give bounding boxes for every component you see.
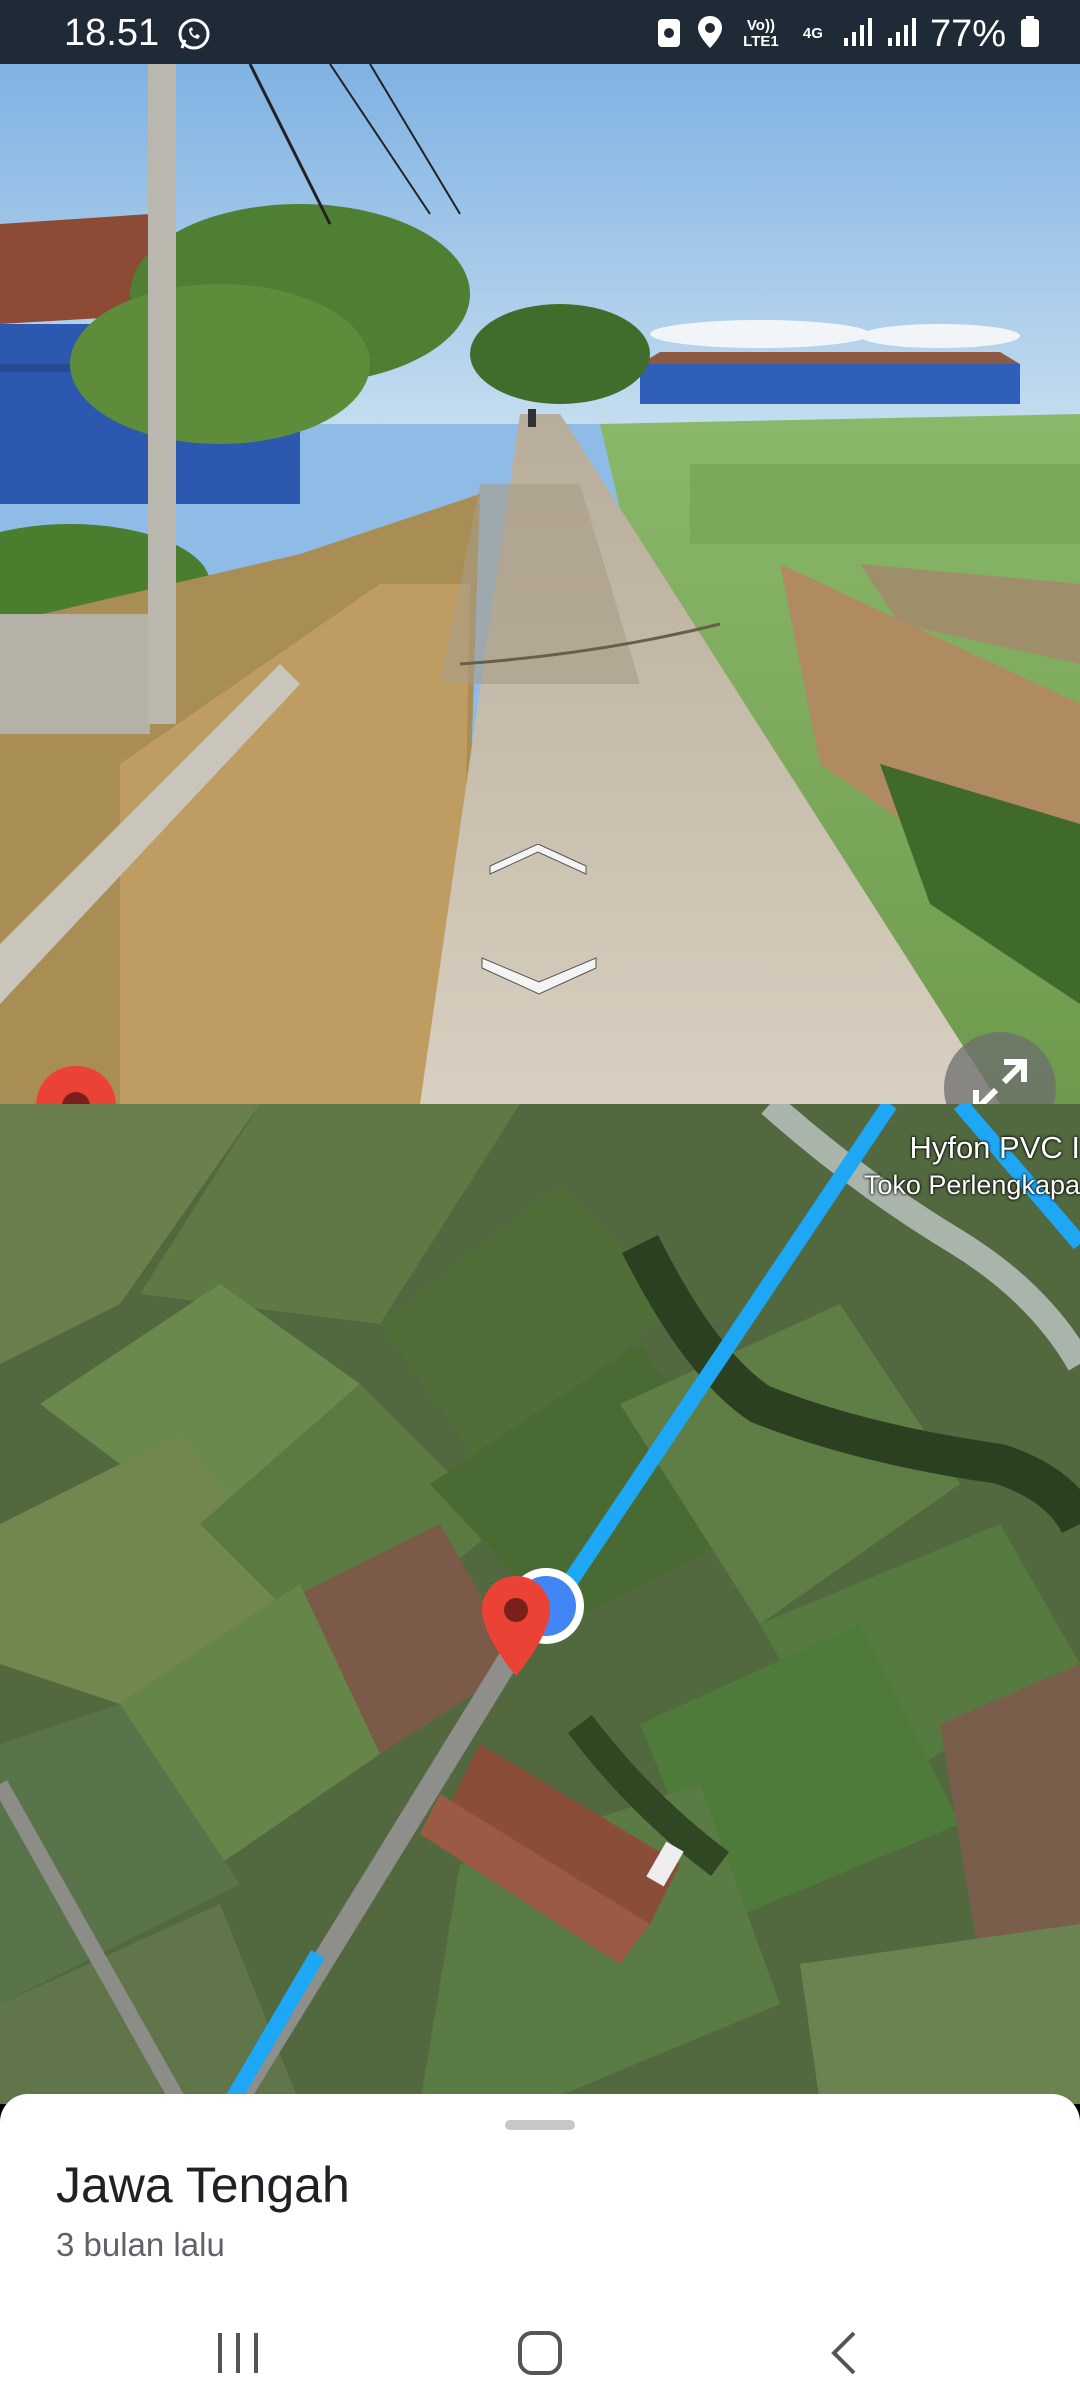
back-button[interactable] — [794, 2320, 894, 2390]
map-pin-icon[interactable] — [480, 1574, 552, 1683]
red-pin-icon[interactable] — [34, 1064, 118, 1104]
battery-percent: 77% — [929, 12, 1006, 55]
status-icons: Vo)) LTE1 4G 77% — [656, 12, 1040, 56]
street-view-image — [0, 64, 1080, 1104]
back-icon — [826, 2329, 862, 2382]
home-button[interactable] — [490, 2320, 590, 2390]
place-title: Jawa Tengah — [56, 2157, 350, 2213]
expand-icon — [970, 1056, 1030, 1104]
whatsapp-icon — [176, 16, 212, 57]
status-time: 18.51 — [64, 12, 160, 54]
system-nav-bar — [0, 2300, 1080, 2408]
recent-apps-button[interactable] — [188, 2320, 288, 2390]
map-poi-subtitle[interactable]: Toko Perlengkapa — [864, 1170, 1080, 1201]
recent-apps-icon — [214, 2331, 262, 2380]
satellite-map[interactable] — [0, 1104, 1080, 2104]
street-view-panorama[interactable] — [0, 64, 1080, 1104]
signal-icon — [886, 16, 916, 53]
chevron-down-icon[interactable] — [478, 954, 600, 1001]
map-poi-title[interactable]: Hyfon PVC I — [909, 1130, 1080, 1166]
location-icon — [696, 14, 724, 55]
recycle-app-icon — [656, 15, 682, 54]
status-bar: 18.51 Vo)) LTE1 4G 77% — [0, 0, 1080, 64]
network-type: 4G — [802, 25, 823, 42]
sheet-drag-handle[interactable] — [505, 2120, 575, 2130]
chevron-up-icon[interactable] — [486, 843, 590, 885]
home-icon — [516, 2329, 564, 2382]
volte-icon: Vo)) LTE1 — [743, 17, 779, 50]
battery-icon — [1020, 15, 1040, 53]
signal-icon — [842, 16, 872, 53]
capture-date: 3 bulan lalu — [56, 2226, 225, 2263]
